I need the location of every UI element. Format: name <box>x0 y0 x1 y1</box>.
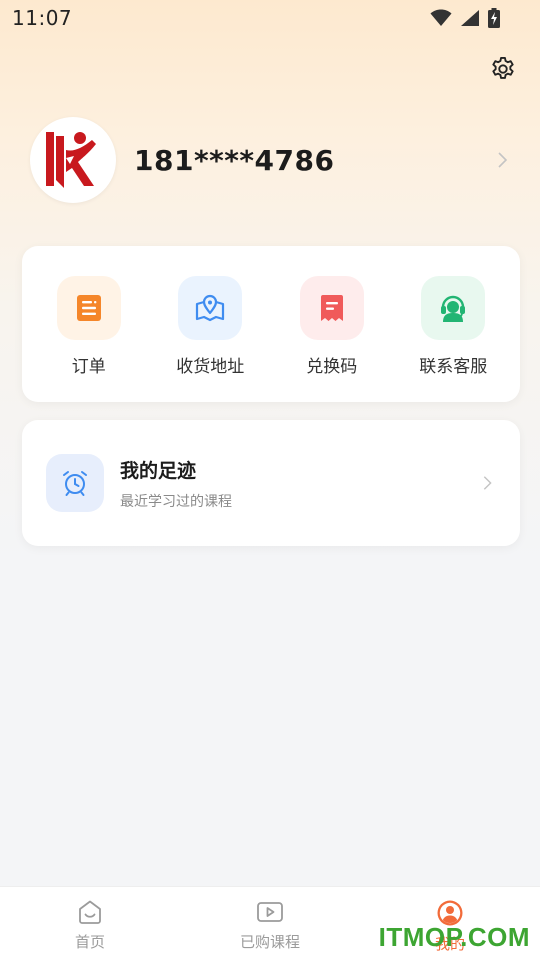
quick-action-label: 收货地址 <box>176 357 245 377</box>
chevron-right-icon <box>483 476 492 490</box>
status-bar: 11:07 <box>0 0 540 36</box>
quick-icon-bg <box>178 276 243 340</box>
tab-label: 首页 <box>74 933 105 951</box>
quick-action-customer-service[interactable]: 联系客服 <box>398 246 508 402</box>
footprint-subtitle: 最近学习过的课程 <box>120 493 232 510</box>
alarm-clock-icon <box>63 471 87 496</box>
quick-action-redeem-code[interactable]: 兑换码 <box>277 246 387 402</box>
gear-icon <box>492 56 514 79</box>
tab-purchased-courses[interactable]: 已购课程 <box>180 887 360 960</box>
chevron-right-icon <box>498 152 508 168</box>
quick-action-label: 兑换码 <box>306 357 358 377</box>
status-time: 11:07 <box>12 6 73 30</box>
tab-label: 已购课程 <box>239 933 300 951</box>
footprint-icon-bg <box>46 454 104 512</box>
quick-icon-bg <box>299 276 364 340</box>
quick-actions-card: 订单 收货地址 兑换码 联系客服 <box>22 246 520 402</box>
brand-logo-icon <box>46 132 96 188</box>
footprint-text: 我的足迹 最近学习过的课程 <box>120 456 478 511</box>
status-icons <box>430 8 500 28</box>
quick-action-orders[interactable]: 订单 <box>34 246 144 402</box>
map-pin-icon <box>196 294 225 322</box>
footprint-card[interactable]: 我的足迹 最近学习过的课程 <box>22 420 520 546</box>
profile-row[interactable]: 181****4786 <box>30 116 520 204</box>
settings-button[interactable] <box>488 54 518 84</box>
coupon-icon <box>320 295 343 321</box>
battery-charging-icon <box>488 8 500 28</box>
quick-action-label: 联系客服 <box>419 357 488 377</box>
quick-icon-bg <box>56 276 121 340</box>
headset-icon <box>441 295 466 322</box>
footprint-title: 我的足迹 <box>120 459 197 482</box>
tab-home[interactable]: 首页 <box>0 887 180 960</box>
quick-action-label: 订单 <box>71 357 106 377</box>
order-icon <box>76 295 101 321</box>
wifi-icon <box>430 9 452 26</box>
phone-number: 181****4786 <box>134 143 335 177</box>
quick-action-address[interactable]: 收货地址 <box>155 246 265 402</box>
video-icon <box>257 902 283 922</box>
cellular-signal-icon <box>461 10 479 26</box>
home-icon <box>79 900 101 924</box>
quick-icon-bg <box>421 276 486 340</box>
avatar[interactable] <box>30 117 116 203</box>
watermark: ITMOP.COM <box>378 922 530 952</box>
